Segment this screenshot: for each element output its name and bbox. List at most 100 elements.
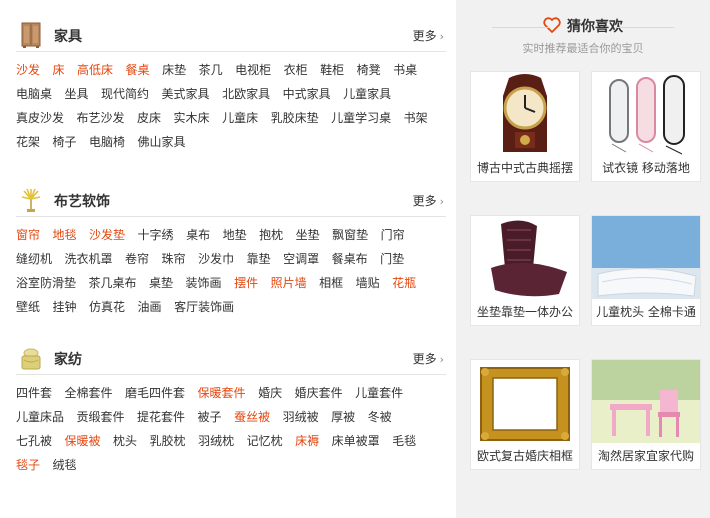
category-link[interactable]: 挂钟 xyxy=(53,295,77,319)
category-link[interactable]: 绒毯 xyxy=(53,453,77,477)
category-link[interactable]: 电脑椅 xyxy=(89,130,125,154)
category-link[interactable]: 靠垫 xyxy=(247,247,271,271)
category-link[interactable]: 桌垫 xyxy=(149,271,173,295)
category-link[interactable]: 佛山家具 xyxy=(138,130,186,154)
more-link[interactable]: 更多 › xyxy=(413,350,444,367)
category-link[interactable]: 蚕丝被 xyxy=(234,405,270,429)
category-link[interactable]: 壁纸 xyxy=(16,295,40,319)
category-link[interactable]: 乳胶枕 xyxy=(150,429,186,453)
category-link[interactable]: 美式家具 xyxy=(162,82,210,106)
recommendation-header: 猜你喜欢 实时推荐最适合你的宝贝 xyxy=(456,16,710,56)
category-link[interactable]: 洗衣机罩 xyxy=(65,247,113,271)
category-link[interactable]: 保暖套件 xyxy=(198,381,246,405)
category-link[interactable]: 茶几 xyxy=(199,58,223,82)
category-link[interactable]: 茶几桌布 xyxy=(89,271,137,295)
category-link[interactable]: 缝纫机 xyxy=(16,247,52,271)
category-link[interactable]: 实木床 xyxy=(174,106,210,130)
category-link[interactable]: 地垫 xyxy=(223,223,247,247)
category-link[interactable]: 儿童学习桌 xyxy=(331,106,391,130)
product-card[interactable]: 欧式复古婚庆相框 xyxy=(470,359,580,470)
category-link[interactable]: 提花套件 xyxy=(137,405,185,429)
category-link[interactable]: 空调罩 xyxy=(283,247,319,271)
category-link[interactable]: 北欧家具 xyxy=(222,82,270,106)
category-link[interactable]: 摆件 xyxy=(234,271,258,295)
category-link[interactable]: 坐垫 xyxy=(296,223,320,247)
category-link[interactable]: 椅子 xyxy=(53,130,77,154)
more-link[interactable]: 更多 › xyxy=(413,192,444,209)
category-link[interactable]: 被子 xyxy=(198,405,222,429)
category-link[interactable]: 油画 xyxy=(138,295,162,319)
category-link[interactable]: 电视柜 xyxy=(235,58,271,82)
category-link[interactable]: 婚庆套件 xyxy=(295,381,343,405)
category-link[interactable]: 厚被 xyxy=(331,405,355,429)
category-link[interactable]: 枕头 xyxy=(113,429,137,453)
category-link[interactable]: 窗帘 xyxy=(16,223,40,247)
category-link[interactable]: 床垫 xyxy=(162,58,186,82)
category-link[interactable]: 磨毛四件套 xyxy=(125,381,185,405)
category-link[interactable]: 飘窗垫 xyxy=(332,223,368,247)
category-link[interactable]: 抱枕 xyxy=(259,223,283,247)
category-link[interactable]: 床褥 xyxy=(295,429,319,453)
category-link[interactable]: 冬被 xyxy=(368,405,392,429)
category-link[interactable]: 桌布 xyxy=(186,223,210,247)
category-link[interactable]: 地毯 xyxy=(53,223,77,247)
category-link[interactable]: 布艺沙发 xyxy=(77,106,125,130)
category-link[interactable]: 真皮沙发 xyxy=(16,106,64,130)
category-link[interactable]: 装饰画 xyxy=(186,271,222,295)
category-link[interactable]: 七孔被 xyxy=(16,429,52,453)
category-link[interactable]: 毛毯 xyxy=(392,429,416,453)
category-link[interactable]: 婚庆 xyxy=(258,381,282,405)
category-link[interactable]: 卷帘 xyxy=(125,247,149,271)
category-link[interactable]: 坐具 xyxy=(65,82,89,106)
category-link[interactable]: 珠帘 xyxy=(162,247,186,271)
category-link[interactable]: 鞋柜 xyxy=(320,58,344,82)
category-section-furniture: 家具 更多 › 沙发床高低床 餐桌 床垫 茶几 电视柜 衣柜 鞋柜 椅凳 书桌电脑桌 坐具 现代简约美… xyxy=(16,22,446,154)
category-link[interactable]: 乳胶床垫 xyxy=(271,106,319,130)
category-link[interactable]: 相框 xyxy=(319,271,343,295)
product-card[interactable]: 试衣镜 移动落地 xyxy=(591,71,701,182)
category-link[interactable]: 床单被罩 xyxy=(332,429,380,453)
category-link[interactable]: 皮床 xyxy=(137,106,161,130)
category-link[interactable]: 书架 xyxy=(404,106,428,130)
category-link[interactable]: 客厅装饰画 xyxy=(174,295,234,319)
category-link[interactable]: 羽绒被 xyxy=(283,405,319,429)
category-link[interactable]: 保暖被 xyxy=(65,429,101,453)
category-link[interactable]: 记忆枕 xyxy=(247,429,283,453)
category-link[interactable]: 贡缎套件 xyxy=(77,405,125,429)
category-link[interactable]: 床 xyxy=(53,58,65,82)
product-card[interactable]: 淘然居家宜家代购 xyxy=(591,359,701,470)
category-link[interactable]: 现代简约 xyxy=(101,82,149,106)
category-link[interactable]: 餐桌 xyxy=(126,58,150,82)
category-link[interactable]: 餐桌布 xyxy=(332,247,368,271)
category-link[interactable]: 羽绒枕 xyxy=(198,429,234,453)
category-link[interactable]: 花架 xyxy=(16,130,40,154)
product-card[interactable]: 博古中式古典摇摆 xyxy=(470,71,580,182)
category-link[interactable]: 四件套 xyxy=(16,381,52,405)
product-card[interactable]: 儿童枕头 全棉卡通 xyxy=(591,215,701,326)
category-link[interactable]: 沙发巾 xyxy=(198,247,234,271)
category-link[interactable]: 衣柜 xyxy=(284,58,308,82)
category-link[interactable]: 高低床 xyxy=(77,58,113,82)
category-link[interactable]: 毯子 xyxy=(16,453,40,477)
category-link[interactable]: 儿童套件 xyxy=(355,381,403,405)
category-link[interactable]: 沙发垫 xyxy=(89,223,125,247)
category-link[interactable]: 书桌 xyxy=(393,58,417,82)
category-link[interactable]: 浴室防滑垫 xyxy=(16,271,76,295)
category-link[interactable]: 十字绣 xyxy=(138,223,174,247)
category-link[interactable]: 中式家具 xyxy=(283,82,331,106)
category-link[interactable]: 全棉套件 xyxy=(65,381,113,405)
category-link[interactable]: 电脑桌 xyxy=(16,82,52,106)
category-link[interactable]: 儿童家具 xyxy=(343,82,391,106)
category-link[interactable]: 儿童床 xyxy=(222,106,258,130)
category-link[interactable]: 门垫 xyxy=(380,247,404,271)
category-link[interactable]: 墙贴 xyxy=(356,271,380,295)
category-link[interactable]: 椅凳 xyxy=(357,58,381,82)
category-link[interactable]: 照片墙 xyxy=(271,271,307,295)
category-link[interactable]: 沙发 xyxy=(16,58,40,82)
category-link[interactable]: 儿童床品 xyxy=(16,405,64,429)
category-link[interactable]: 花瓶 xyxy=(392,271,416,295)
category-link[interactable]: 门帘 xyxy=(381,223,405,247)
category-link[interactable]: 仿真花 xyxy=(89,295,125,319)
product-card[interactable]: 坐垫靠垫一体办公 xyxy=(470,215,580,326)
more-link[interactable]: 更多 › xyxy=(413,27,444,44)
